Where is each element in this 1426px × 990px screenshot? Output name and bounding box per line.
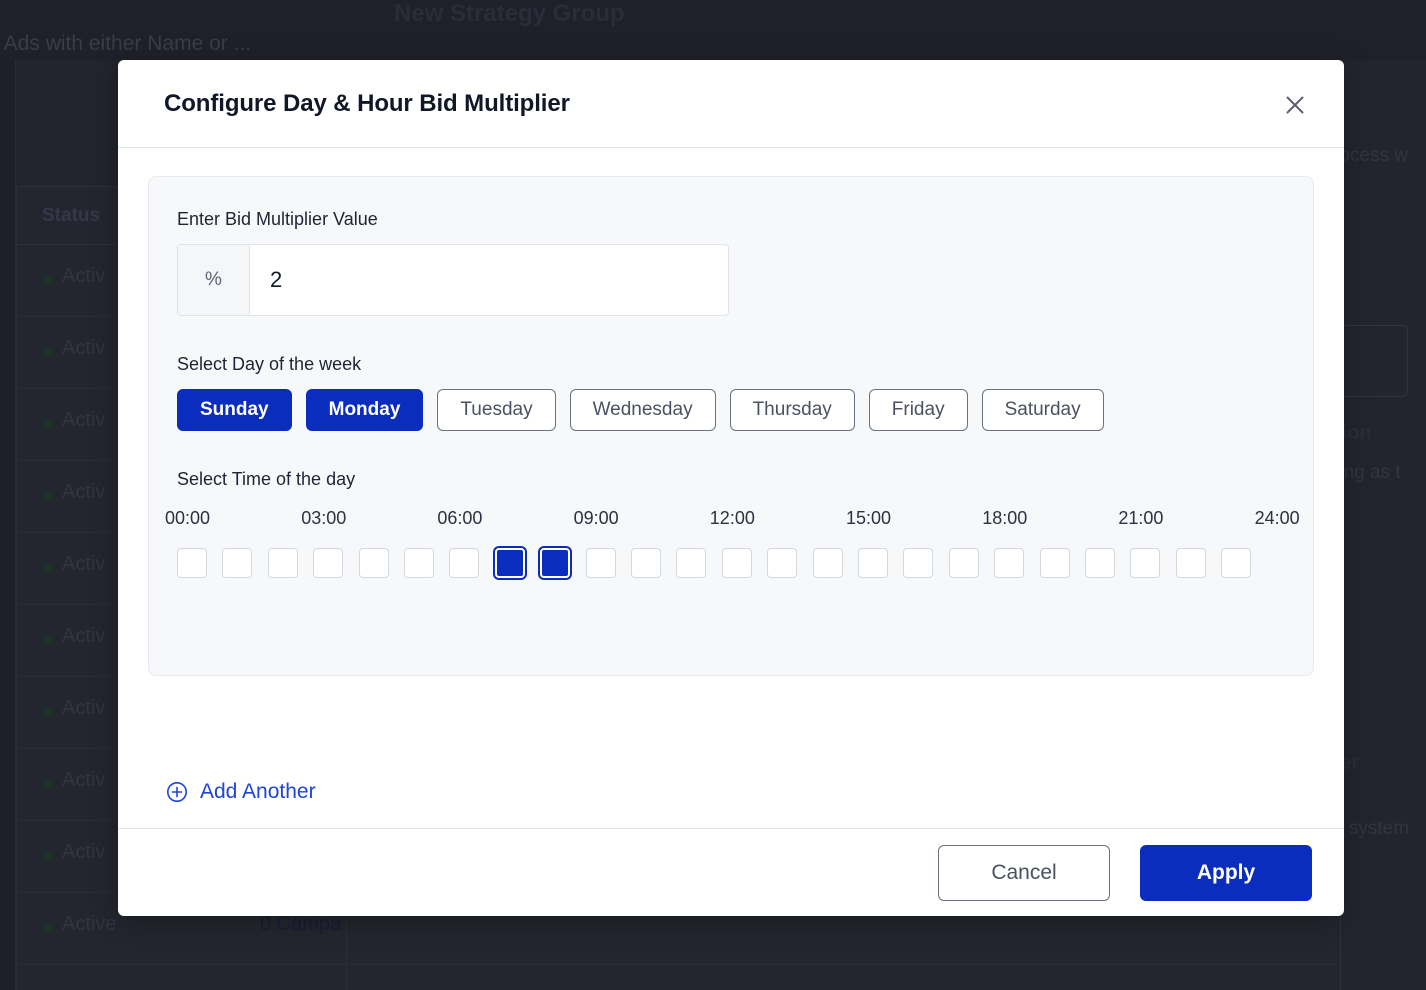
status-dot-icon xyxy=(44,420,53,429)
background-search-text: r Ads with either Name or ... xyxy=(0,32,251,56)
hour-tick-label: 06:00 xyxy=(437,508,482,529)
add-another-label: Add Another xyxy=(200,780,316,804)
status-dot-icon xyxy=(44,564,53,573)
apply-button[interactable]: Apply xyxy=(1140,845,1312,901)
hour-checkbox-18[interactable] xyxy=(994,548,1024,578)
day-button-wednesday[interactable]: Wednesday xyxy=(570,389,716,431)
add-another-button[interactable]: Add Another xyxy=(166,780,316,804)
hour-checkbox-01[interactable] xyxy=(222,548,252,578)
hour-checkbox-20[interactable] xyxy=(1085,548,1115,578)
status-dot-icon xyxy=(44,636,53,645)
select-day-label: Select Day of the week xyxy=(177,354,1285,375)
hour-checkbox-00[interactable] xyxy=(177,548,207,578)
hour-checkbox-05[interactable] xyxy=(404,548,434,578)
percent-addon: % xyxy=(178,245,250,315)
multiplier-config-panel: Enter Bid Multiplier Value % Select Day … xyxy=(148,176,1314,676)
select-time-label: Select Time of the day xyxy=(177,469,1285,490)
hour-checkbox-04[interactable] xyxy=(359,548,389,578)
hour-checkbox-09[interactable] xyxy=(586,548,616,578)
status-dot-icon xyxy=(44,780,53,789)
day-button-monday[interactable]: Monday xyxy=(306,389,424,431)
modal-header: Configure Day & Hour Bid Multiplier xyxy=(118,60,1344,148)
status-badge: Activ xyxy=(62,841,105,864)
hour-checkbox-02[interactable] xyxy=(268,548,298,578)
day-of-week-selector: Sunday Monday Tuesday Wednesday Thursday Frid… xyxy=(177,389,1285,431)
bid-multiplier-input-group[interactable]: % xyxy=(177,244,729,316)
hour-tick-label: 21:00 xyxy=(1118,508,1163,529)
hour-checkbox-15[interactable] xyxy=(858,548,888,578)
hour-checkbox-21[interactable] xyxy=(1130,548,1160,578)
hour-checkbox-row xyxy=(177,548,1267,582)
hour-checkbox-07[interactable] xyxy=(495,548,525,578)
day-button-sunday[interactable]: Sunday xyxy=(177,389,292,431)
hour-checkbox-11[interactable] xyxy=(676,548,706,578)
status-badge: Activ xyxy=(62,337,105,360)
hour-tick-label: 12:00 xyxy=(710,508,755,529)
status-dot-icon xyxy=(44,852,53,861)
hour-checkbox-19[interactable] xyxy=(1040,548,1070,578)
hour-checkbox-23[interactable] xyxy=(1221,548,1251,578)
hour-checkbox-08[interactable] xyxy=(540,548,570,578)
background-page-title: New Strategy Group xyxy=(394,0,625,28)
status-badge: Activ xyxy=(62,625,105,648)
status-badge: Activ xyxy=(62,409,105,432)
hour-checkbox-06[interactable] xyxy=(449,548,479,578)
hour-tick-label: 18:00 xyxy=(982,508,1027,529)
hour-checkbox-16[interactable] xyxy=(903,548,933,578)
modal-footer: Cancel Apply xyxy=(118,828,1344,916)
hour-tick-label: 15:00 xyxy=(846,508,891,529)
background-left-rail xyxy=(0,60,16,990)
status-dot-icon xyxy=(44,708,53,717)
status-badge: Activ xyxy=(62,769,105,792)
hour-tick-label: 24:00 xyxy=(1255,508,1300,529)
hour-selector: 00:0003:0006:0009:0012:0015:0018:0021:00… xyxy=(177,508,1267,582)
background-right-line3: n system xyxy=(1333,818,1409,840)
background-right-panel: rocess w t tion ong as t ier n system xyxy=(1340,60,1426,990)
bid-multiplier-label: Enter Bid Multiplier Value xyxy=(177,209,1285,230)
status-dot-icon xyxy=(44,924,53,933)
hour-checkbox-10[interactable] xyxy=(631,548,661,578)
cancel-button[interactable]: Cancel xyxy=(938,845,1110,901)
page-title: Configure Day & Hour Bid Multiplier xyxy=(164,90,570,118)
hour-checkbox-03[interactable] xyxy=(313,548,343,578)
day-button-saturday[interactable]: Saturday xyxy=(982,389,1104,431)
status-badge: Activ xyxy=(62,265,105,288)
hour-tick-label: 03:00 xyxy=(301,508,346,529)
hour-checkbox-22[interactable] xyxy=(1176,548,1206,578)
campaign-count-cell: 0 Campa xyxy=(260,913,341,936)
plus-circle-icon xyxy=(166,781,188,803)
hour-checkbox-13[interactable] xyxy=(767,548,797,578)
status-dot-icon xyxy=(44,348,53,357)
close-icon-glyph xyxy=(1284,94,1306,116)
hour-checkbox-14[interactable] xyxy=(813,548,843,578)
status-badge: Activ xyxy=(62,553,105,576)
status-dot-icon xyxy=(44,492,53,501)
background-right-line1: rocess w xyxy=(1333,145,1408,167)
configure-bid-multiplier-modal: Configure Day & Hour Bid Multiplier Ente… xyxy=(118,60,1344,916)
modal-body: Enter Bid Multiplier Value % Select Day … xyxy=(118,148,1344,828)
bid-multiplier-input[interactable] xyxy=(250,245,728,315)
status-badge: Active xyxy=(62,913,116,936)
hour-tick-labels: 00:0003:0006:0009:0012:0015:0018:0021:00… xyxy=(177,508,1267,534)
status-badge: Activ xyxy=(62,481,105,504)
hour-tick-label: 00:00 xyxy=(165,508,210,529)
hour-checkbox-12[interactable] xyxy=(722,548,752,578)
day-button-tuesday[interactable]: Tuesday xyxy=(437,389,555,431)
day-button-friday[interactable]: Friday xyxy=(869,389,968,431)
status-badge: Activ xyxy=(62,697,105,720)
day-button-thursday[interactable]: Thursday xyxy=(730,389,855,431)
hour-checkbox-17[interactable] xyxy=(949,548,979,578)
status-dot-icon xyxy=(44,276,53,285)
close-icon[interactable] xyxy=(1278,88,1312,122)
hour-tick-label: 09:00 xyxy=(574,508,619,529)
background-column-header-status: Status xyxy=(42,205,100,227)
